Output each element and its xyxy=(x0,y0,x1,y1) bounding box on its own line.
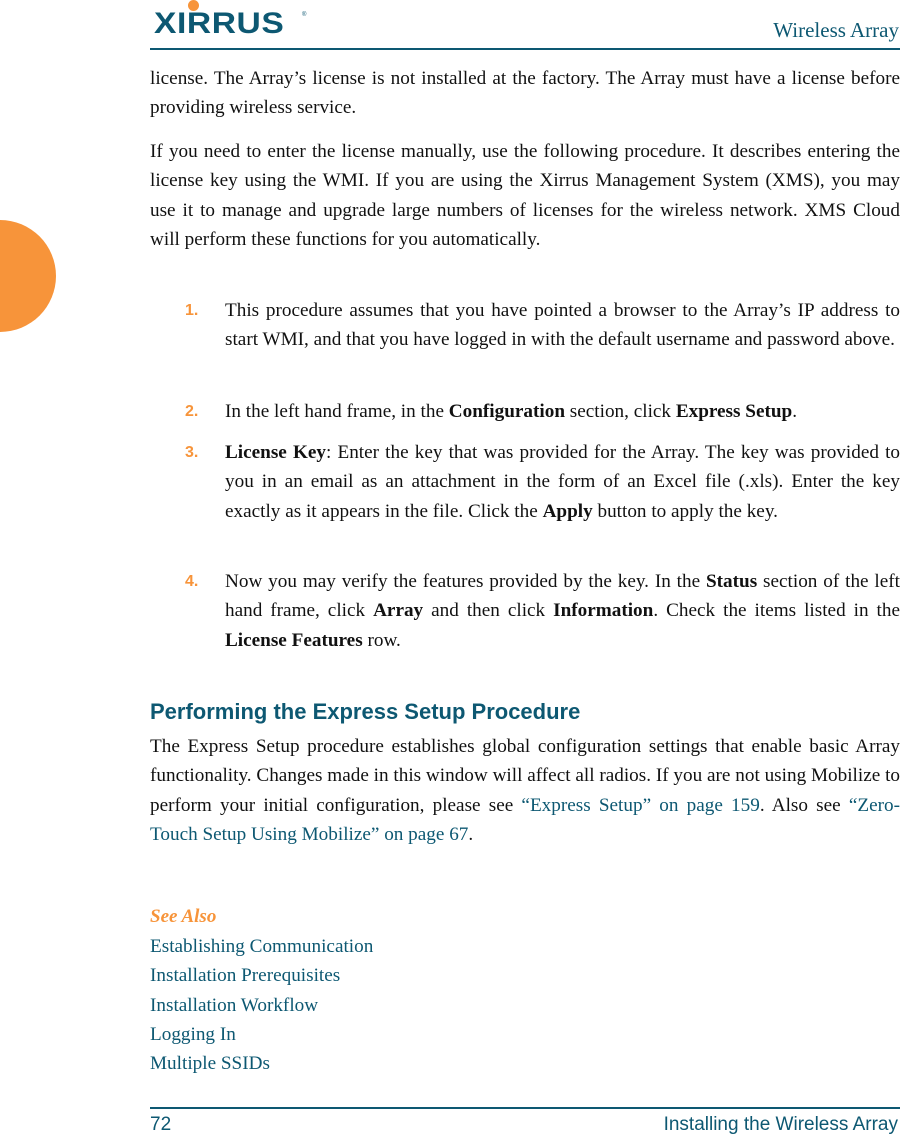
step-text-run: Now you may verify the features provided… xyxy=(225,571,706,592)
see-also-heading: See Also xyxy=(150,906,217,927)
logo-dot-icon xyxy=(188,0,199,11)
ui-term-license-features: License Features xyxy=(225,629,363,651)
page-header: XIRRUS ® Wireless Array xyxy=(150,0,900,52)
paragraph-license-intro: license. The Array’s license is not inst… xyxy=(150,68,900,119)
step-text: In the left hand frame, in the Configura… xyxy=(225,397,900,426)
footer-chapter-title: Installing the Wireless Array xyxy=(663,1114,898,1135)
see-also-link-installation-prerequisites[interactable]: Installation Prerequisites xyxy=(150,961,373,990)
xirrus-logo: XIRRUS ® xyxy=(152,0,312,40)
step-number: 1. xyxy=(185,302,199,319)
xref-express-setup-link[interactable]: “Express Setup” on page 159 xyxy=(521,795,759,816)
header-title: Wireless Array xyxy=(773,18,899,42)
ui-term-express-setup: Express Setup xyxy=(675,401,793,422)
step-text-run: row. xyxy=(362,629,401,651)
step-text-run: In the left hand frame, in the xyxy=(225,401,449,422)
step-text-run: . Check the items listed in the xyxy=(653,600,900,622)
page-number: 72 xyxy=(150,1114,172,1135)
step-number: 3. xyxy=(185,444,199,461)
ui-term-status: Status xyxy=(706,571,758,592)
registered-mark: ® xyxy=(302,12,307,18)
ui-term-apply: Apply xyxy=(542,500,593,522)
header-divider xyxy=(150,48,900,50)
see-also-link-multiple-ssids[interactable]: Multiple SSIDs xyxy=(150,1049,373,1078)
paragraph-manual-license: If you need to enter the license manuall… xyxy=(150,141,900,250)
section-heading: Performing the Express Setup Procedure xyxy=(150,699,581,724)
see-also-link-logging-in[interactable]: Logging In xyxy=(150,1020,373,1049)
paragraph-text-run: . Also see xyxy=(759,794,849,816)
see-also-list: Establishing Communication Installation … xyxy=(150,932,373,1078)
footer-divider xyxy=(150,1107,900,1109)
step-text-run: This procedure assumes that you have poi… xyxy=(225,300,900,351)
see-also-link-establishing-communication[interactable]: Establishing Communication xyxy=(150,932,373,961)
ui-term-information: Information xyxy=(553,600,654,622)
ui-term-configuration: Configuration xyxy=(448,401,565,422)
see-also-link-installation-workflow[interactable]: Installation Workflow xyxy=(150,991,373,1020)
step-text-run: button to apply the key. xyxy=(592,500,778,522)
logo-wordmark: XIRRUS xyxy=(154,7,285,40)
step-text: This procedure assumes that you have poi… xyxy=(225,296,900,355)
ui-term-array: Array xyxy=(373,600,424,622)
step-text-run: section, click xyxy=(564,401,676,422)
step-text: License Key: Enter the key that was prov… xyxy=(225,438,900,526)
step-text: Now you may verify the features provided… xyxy=(225,567,900,655)
paragraph-text-run: . xyxy=(468,823,474,845)
step-text-run: . xyxy=(792,401,798,422)
step-number: 2. xyxy=(185,403,199,420)
chapter-tab-marker xyxy=(0,220,56,332)
paragraph-express-setup: The Express Setup procedure establishes … xyxy=(150,732,900,849)
step-text-run: and then click xyxy=(423,600,554,622)
step-number: 4. xyxy=(185,573,199,590)
ui-term-license-key: License Key xyxy=(225,442,326,463)
